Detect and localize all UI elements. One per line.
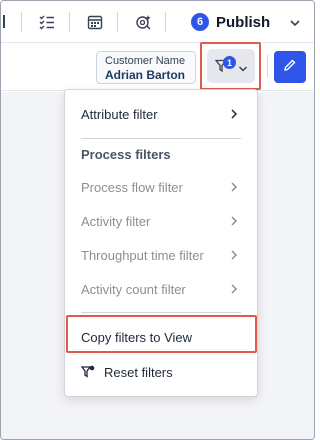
publish-button[interactable]: 6 Publish (191, 9, 300, 35)
calendar-icon[interactable] (85, 12, 105, 32)
toolbar-truncated-icon[interactable] (1, 13, 7, 31)
settings-magic-icon[interactable] (133, 12, 153, 32)
section-heading: Process filters (81, 147, 171, 162)
chevron-right-icon (229, 108, 239, 123)
toolbar-divider (69, 12, 70, 32)
edit-button[interactable] (274, 51, 306, 83)
toolbar-divider (165, 12, 166, 32)
chip-value: Adrian Barton (105, 68, 186, 82)
menu-item-label: Throughput time filter (81, 247, 204, 263)
toolbar-divider (267, 55, 268, 77)
menu-item-attribute-filter[interactable]: Attribute filter (65, 100, 259, 128)
menu-item-throughput-time-filter[interactable]: Throughput time filter (65, 241, 259, 269)
toolbar-divider (21, 12, 22, 32)
chevron-right-icon (229, 181, 239, 196)
chevron-right-icon (229, 283, 239, 298)
menu-divider (81, 312, 241, 313)
menu-divider (81, 138, 241, 139)
list-check-icon[interactable] (37, 12, 57, 32)
app-window: 6 Publish Customer Name Adrian Barton 1 … (0, 0, 315, 440)
menu-item-reset-filters[interactable]: Reset filters (65, 358, 259, 386)
menu-item-label: Activity filter (81, 213, 151, 229)
publish-label: Publish (216, 13, 271, 31)
menu-item-activity-count-filter[interactable]: Activity count filter (65, 275, 259, 303)
menu-item-label: Attribute filter (81, 106, 158, 122)
pencil-icon (283, 58, 297, 77)
reset-filter-icon (81, 365, 95, 379)
chip-label: Customer Name (105, 55, 186, 67)
top-toolbar: 6 Publish (1, 1, 314, 43)
menu-item-label: Reset filters (104, 364, 173, 380)
menu-item-label: Activity count filter (81, 281, 186, 297)
chevron-down-icon (289, 16, 301, 34)
toolbar-divider (117, 12, 118, 32)
filter-dropdown-menu: Attribute filter Process filters Process… (64, 89, 258, 397)
menu-item-process-flow-filter[interactable]: Process flow filter (65, 173, 259, 201)
publish-count-badge: 6 (191, 13, 209, 31)
customer-name-filter-chip[interactable]: Customer Name Adrian Barton (96, 51, 196, 84)
menu-item-label: Copy filters to View (81, 329, 193, 345)
filter-button-highlight (200, 42, 261, 90)
chevron-right-icon (229, 249, 239, 264)
menu-item-copy-filters-to-view[interactable]: Copy filters to View (65, 323, 259, 351)
menu-item-label: Process flow filter (81, 179, 183, 195)
chevron-right-icon (229, 215, 239, 230)
menu-item-activity-filter[interactable]: Activity filter (65, 207, 259, 235)
